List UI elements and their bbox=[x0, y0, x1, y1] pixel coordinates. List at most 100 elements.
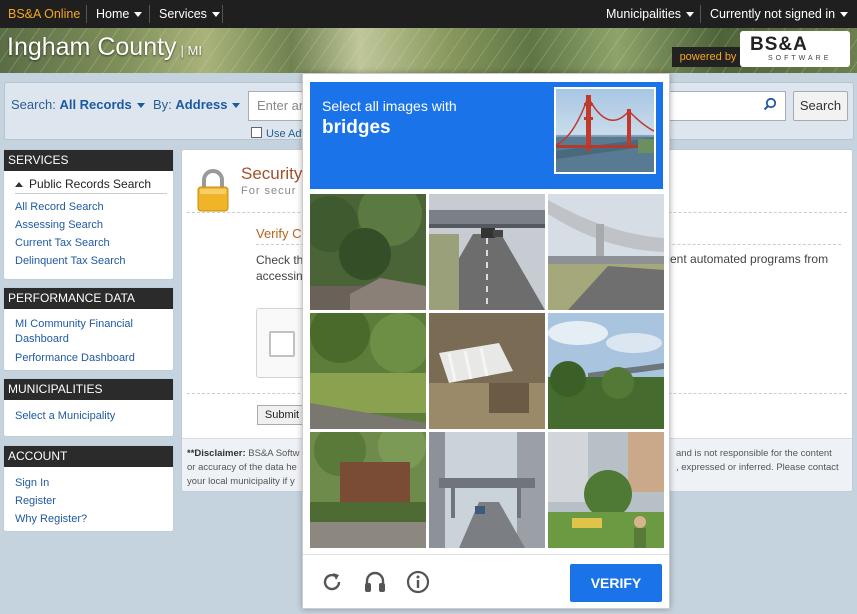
register-link[interactable]: Register bbox=[4, 492, 173, 510]
challenge-instruction: Select all images with bbox=[322, 98, 457, 114]
municipalities-header: MUNICIPALITIES bbox=[4, 379, 173, 400]
submit-button[interactable]: Submit bbox=[257, 405, 307, 425]
disclaimer-right-1: and is not responsible for the content bbox=[676, 448, 832, 459]
reload-icon[interactable] bbox=[319, 569, 345, 595]
forest-house-image bbox=[310, 194, 426, 310]
bsa-logo-mark: BS&A SOFTWARE bbox=[740, 31, 850, 67]
image-tile-6[interactable] bbox=[548, 313, 664, 429]
why-register-link[interactable]: Why Register? bbox=[4, 510, 173, 528]
advanced-search-label: Use Adv bbox=[266, 128, 307, 140]
challenge-image-grid bbox=[310, 194, 664, 548]
page-title: Security bbox=[241, 164, 303, 183]
performance-panel: PERFORMANCE DATA MI Community Financial D… bbox=[3, 287, 174, 371]
chevron-down-icon bbox=[232, 103, 241, 109]
sample-bridge-image bbox=[554, 87, 656, 174]
verify-button[interactable]: VERIFY bbox=[570, 564, 662, 602]
public-records-group[interactable]: Public Records Search bbox=[4, 171, 173, 191]
search-type-value: All Records bbox=[59, 97, 132, 112]
nav-divider bbox=[700, 5, 701, 23]
municipalities-panel: MUNICIPALITIES Select a Municipality bbox=[3, 378, 174, 437]
current-tax-search-link[interactable]: Current Tax Search bbox=[4, 234, 173, 252]
chevron-down-icon bbox=[136, 103, 145, 109]
lock-icon bbox=[197, 169, 229, 212]
select-municipality-link[interactable]: Select a Municipality bbox=[4, 400, 173, 425]
county-title: Ingham County | MI bbox=[7, 33, 202, 62]
image-tile-8[interactable] bbox=[429, 432, 545, 548]
search-by-selector[interactable]: By: Address bbox=[153, 97, 241, 112]
image-tile-2[interactable] bbox=[429, 194, 545, 310]
search-placeholder: Enter ar bbox=[257, 98, 304, 113]
account-panel: ACCOUNT Sign In Register Why Register? bbox=[3, 445, 174, 532]
top-navigation: BS&A Online Home Services Municipalities… bbox=[0, 0, 857, 28]
disclaimer-right: and is not responsible for the content , … bbox=[676, 447, 839, 475]
bsa-logo-text: BS&A bbox=[750, 34, 808, 55]
challenge-header: Select all images with bridges bbox=[310, 82, 663, 189]
disclaimer-right-2: , expressed or inferred. Please contact bbox=[676, 462, 839, 473]
signin-menu[interactable]: Currently not signed in bbox=[710, 0, 849, 28]
city-park-image bbox=[548, 432, 664, 548]
delinquent-tax-search-link[interactable]: Delinquent Tax Search bbox=[4, 252, 173, 270]
verify-heading: Verify C bbox=[256, 226, 302, 241]
search-by-label: By: bbox=[153, 97, 172, 112]
nav-divider bbox=[222, 5, 223, 23]
image-tile-4[interactable] bbox=[310, 313, 426, 429]
roadside-grass-image bbox=[310, 313, 426, 429]
image-tile-5[interactable] bbox=[429, 313, 545, 429]
account-header: ACCOUNT bbox=[4, 446, 173, 467]
home-menu[interactable]: Home bbox=[96, 0, 143, 28]
sky-overpass-image bbox=[548, 313, 664, 429]
page-subtitle: For secur bbox=[241, 185, 297, 197]
services-label: Services bbox=[159, 7, 207, 21]
services-panel: SERVICES Public Records Search All Recor… bbox=[3, 149, 174, 280]
assessing-search-link[interactable]: Assessing Search bbox=[4, 216, 173, 234]
challenge-target: bridges bbox=[322, 117, 391, 138]
image-tile-3[interactable] bbox=[548, 194, 664, 310]
disclaimer-label: **Disclaimer: bbox=[187, 448, 246, 459]
performance-dashboard-link[interactable]: Performance Dashboard bbox=[4, 347, 173, 369]
dashboard-label: Dashboard bbox=[15, 333, 69, 345]
municipalities-menu[interactable]: Municipalities bbox=[606, 0, 695, 28]
search-by-value: Address bbox=[175, 97, 228, 112]
curved-overpass-image bbox=[548, 194, 664, 310]
municipalities-label: Municipalities bbox=[606, 7, 682, 21]
chevron-down-icon bbox=[211, 12, 220, 18]
recaptcha-checkbox[interactable] bbox=[269, 331, 295, 357]
brand-link[interactable]: BS&A Online bbox=[8, 0, 80, 28]
advanced-search-checkbox[interactable] bbox=[251, 127, 262, 138]
image-tile-7[interactable] bbox=[310, 432, 426, 548]
highway-overpass-image bbox=[429, 194, 545, 310]
search-type-label: Search: bbox=[11, 97, 56, 112]
performance-header: PERFORMANCE DATA bbox=[4, 288, 173, 309]
bsa-logo[interactable]: powered by BS&A SOFTWARE bbox=[672, 31, 850, 69]
check-instructions: Check th accessin bbox=[256, 252, 303, 284]
info-icon[interactable] bbox=[405, 569, 431, 595]
recaptcha-challenge: Select all images with bridges VERIFY bbox=[302, 73, 670, 609]
search-button[interactable]: Search bbox=[793, 91, 848, 121]
image-tile-9[interactable] bbox=[548, 432, 664, 548]
mi-community-financial-label: MI Community Financial bbox=[15, 318, 133, 330]
divider bbox=[15, 193, 167, 194]
sign-in-link[interactable]: Sign In bbox=[4, 474, 173, 492]
check-instructions-right: ent automated programs from bbox=[670, 252, 829, 266]
search-type-selector[interactable]: Search: All Records bbox=[11, 97, 145, 112]
search-icon[interactable] bbox=[763, 97, 777, 111]
mi-community-financial-link[interactable]: MI Community Financial Dashboard bbox=[4, 317, 173, 347]
county-state: | MI bbox=[180, 43, 202, 58]
audio-icon[interactable] bbox=[362, 569, 388, 595]
pedestrian-bridge-street-image bbox=[429, 432, 545, 548]
check-line-1: Check th bbox=[256, 253, 304, 267]
powered-by-label: powered by bbox=[672, 47, 744, 67]
chevron-down-icon bbox=[686, 12, 695, 18]
golden-gate-bridge-image bbox=[556, 95, 654, 172]
services-header: SERVICES bbox=[4, 150, 173, 171]
advanced-search-toggle[interactable]: Use Adv bbox=[251, 127, 307, 140]
services-menu[interactable]: Services bbox=[159, 0, 220, 28]
all-record-search-link[interactable]: All Record Search bbox=[4, 198, 173, 216]
nav-divider bbox=[149, 5, 150, 23]
image-tile-1[interactable] bbox=[310, 194, 426, 310]
chevron-down-icon bbox=[840, 12, 849, 18]
fence-garden-image bbox=[310, 432, 426, 548]
county-banner: Ingham County | MI powered by BS&A SOFTWA… bbox=[0, 28, 857, 73]
public-records-label: Public Records Search bbox=[29, 177, 152, 191]
white-railing-steps-image bbox=[429, 313, 545, 429]
